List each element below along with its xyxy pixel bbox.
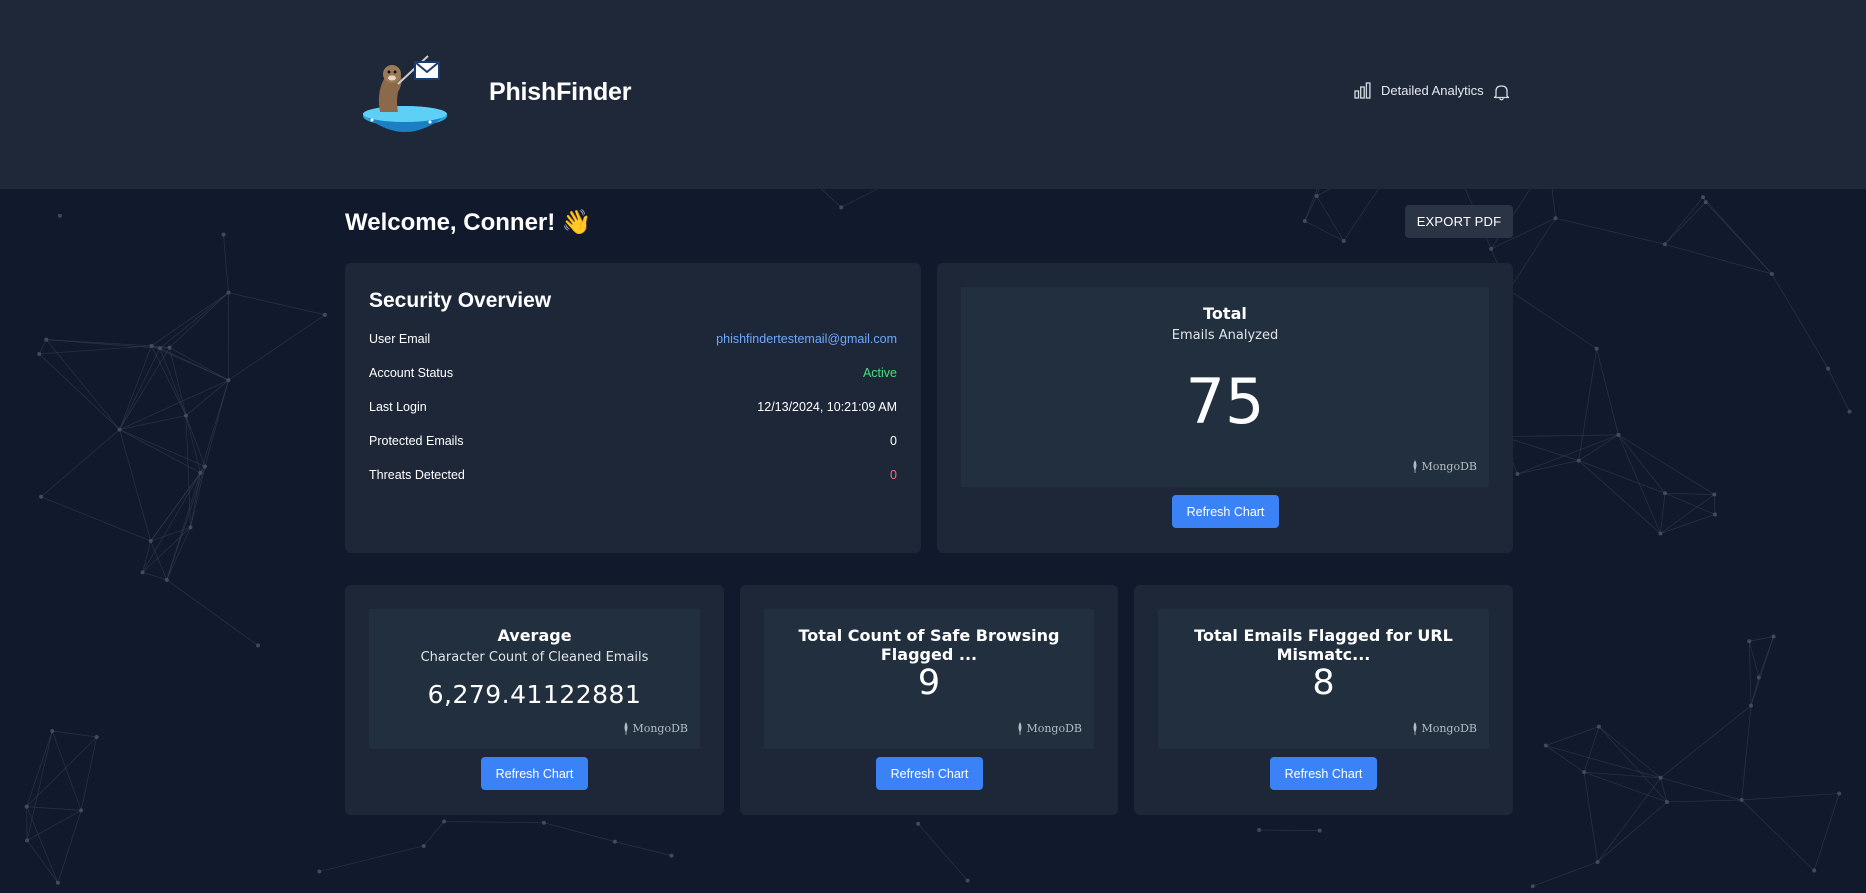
total-emails-chart: Total Emails Analyzed 75 MongoDB	[961, 287, 1489, 487]
export-pdf-button[interactable]: EXPORT PDF	[1405, 205, 1513, 238]
last-login-label: Last Login	[369, 400, 427, 414]
refresh-url-mismatch-chart-button[interactable]: Refresh Chart	[1270, 757, 1377, 790]
last-login-value: 12/13/2024, 10:21:09 AM	[757, 400, 897, 414]
average-characters-value: 6,279.41122881	[427, 680, 642, 709]
url-mismatch-card: Total Emails Flagged for URL Mismatc... …	[1134, 585, 1513, 815]
mongodb-leaf-icon	[1413, 722, 1417, 735]
protected-emails-label: Protected Emails	[369, 434, 464, 448]
url-mismatch-value: 8	[1312, 663, 1335, 703]
average-characters-card: Average Character Count of Cleaned Email…	[345, 585, 724, 815]
threats-detected-label: Threats Detected	[369, 468, 465, 482]
security-row-threats: Threats Detected 0	[369, 465, 897, 485]
mongodb-attribution: MongoDB	[1412, 722, 1477, 735]
chart-subtitle: Character Count of Cleaned Emails	[420, 650, 649, 665]
total-emails-value: 75	[1185, 365, 1265, 438]
account-status-label: Account Status	[369, 366, 454, 380]
refresh-safe-browsing-chart-button[interactable]: Refresh Chart	[876, 757, 983, 790]
total-emails-card: Total Emails Analyzed 75 MongoDB Refresh…	[937, 263, 1513, 553]
chart-title: Average	[497, 626, 572, 645]
security-row-email: User Email phishfindertestemail@gmail.co…	[369, 329, 897, 349]
mongodb-leaf-icon	[624, 722, 628, 735]
url-mismatch-chart: Total Emails Flagged for URL Mismatc... …	[1158, 609, 1489, 749]
account-status-value: Active	[862, 366, 897, 380]
average-characters-chart: Average Character Count of Cleaned Email…	[369, 609, 700, 749]
protected-emails-value: 0	[890, 434, 897, 448]
security-row-protected: Protected Emails 0	[369, 431, 897, 451]
safe-browsing-value: 9	[917, 663, 941, 703]
safe-browsing-card: Total Count of Safe Browsing Flagged ...…	[740, 585, 1118, 815]
security-overview-card: Security Overview User Email phishfinder…	[345, 263, 921, 553]
refresh-average-chart-button[interactable]: Refresh Chart	[481, 757, 588, 790]
security-row-last-login: Last Login 12/13/2024, 10:21:09 AM	[369, 397, 897, 417]
safe-browsing-chart: Total Count of Safe Browsing Flagged ...…	[764, 609, 1094, 749]
refresh-total-chart-button[interactable]: Refresh Chart	[1172, 495, 1279, 528]
mongodb-leaf-icon	[1018, 722, 1022, 735]
user-email-value[interactable]: phishfindertestemail@gmail.com	[716, 332, 897, 346]
mongodb-attribution: MongoDB	[1412, 460, 1477, 473]
chart-title: Total	[1203, 304, 1247, 323]
mongodb-leaf-icon	[1413, 460, 1417, 473]
chart-title: Total Emails Flagged for URL Mismatc...	[1194, 626, 1453, 664]
chart-title: Total Count of Safe Browsing Flagged ...	[798, 626, 1060, 664]
security-row-status: Account Status Active	[369, 363, 897, 383]
chart-subtitle: Emails Analyzed	[1171, 328, 1279, 343]
security-overview-title: Security Overview	[369, 289, 552, 312]
threats-detected-value: 0	[890, 468, 897, 482]
welcome-heading: Welcome, Conner! 👋	[345, 209, 592, 236]
mongodb-attribution: MongoDB	[623, 722, 688, 735]
user-email-label: User Email	[369, 332, 431, 346]
mongodb-attribution: MongoDB	[1017, 722, 1082, 735]
